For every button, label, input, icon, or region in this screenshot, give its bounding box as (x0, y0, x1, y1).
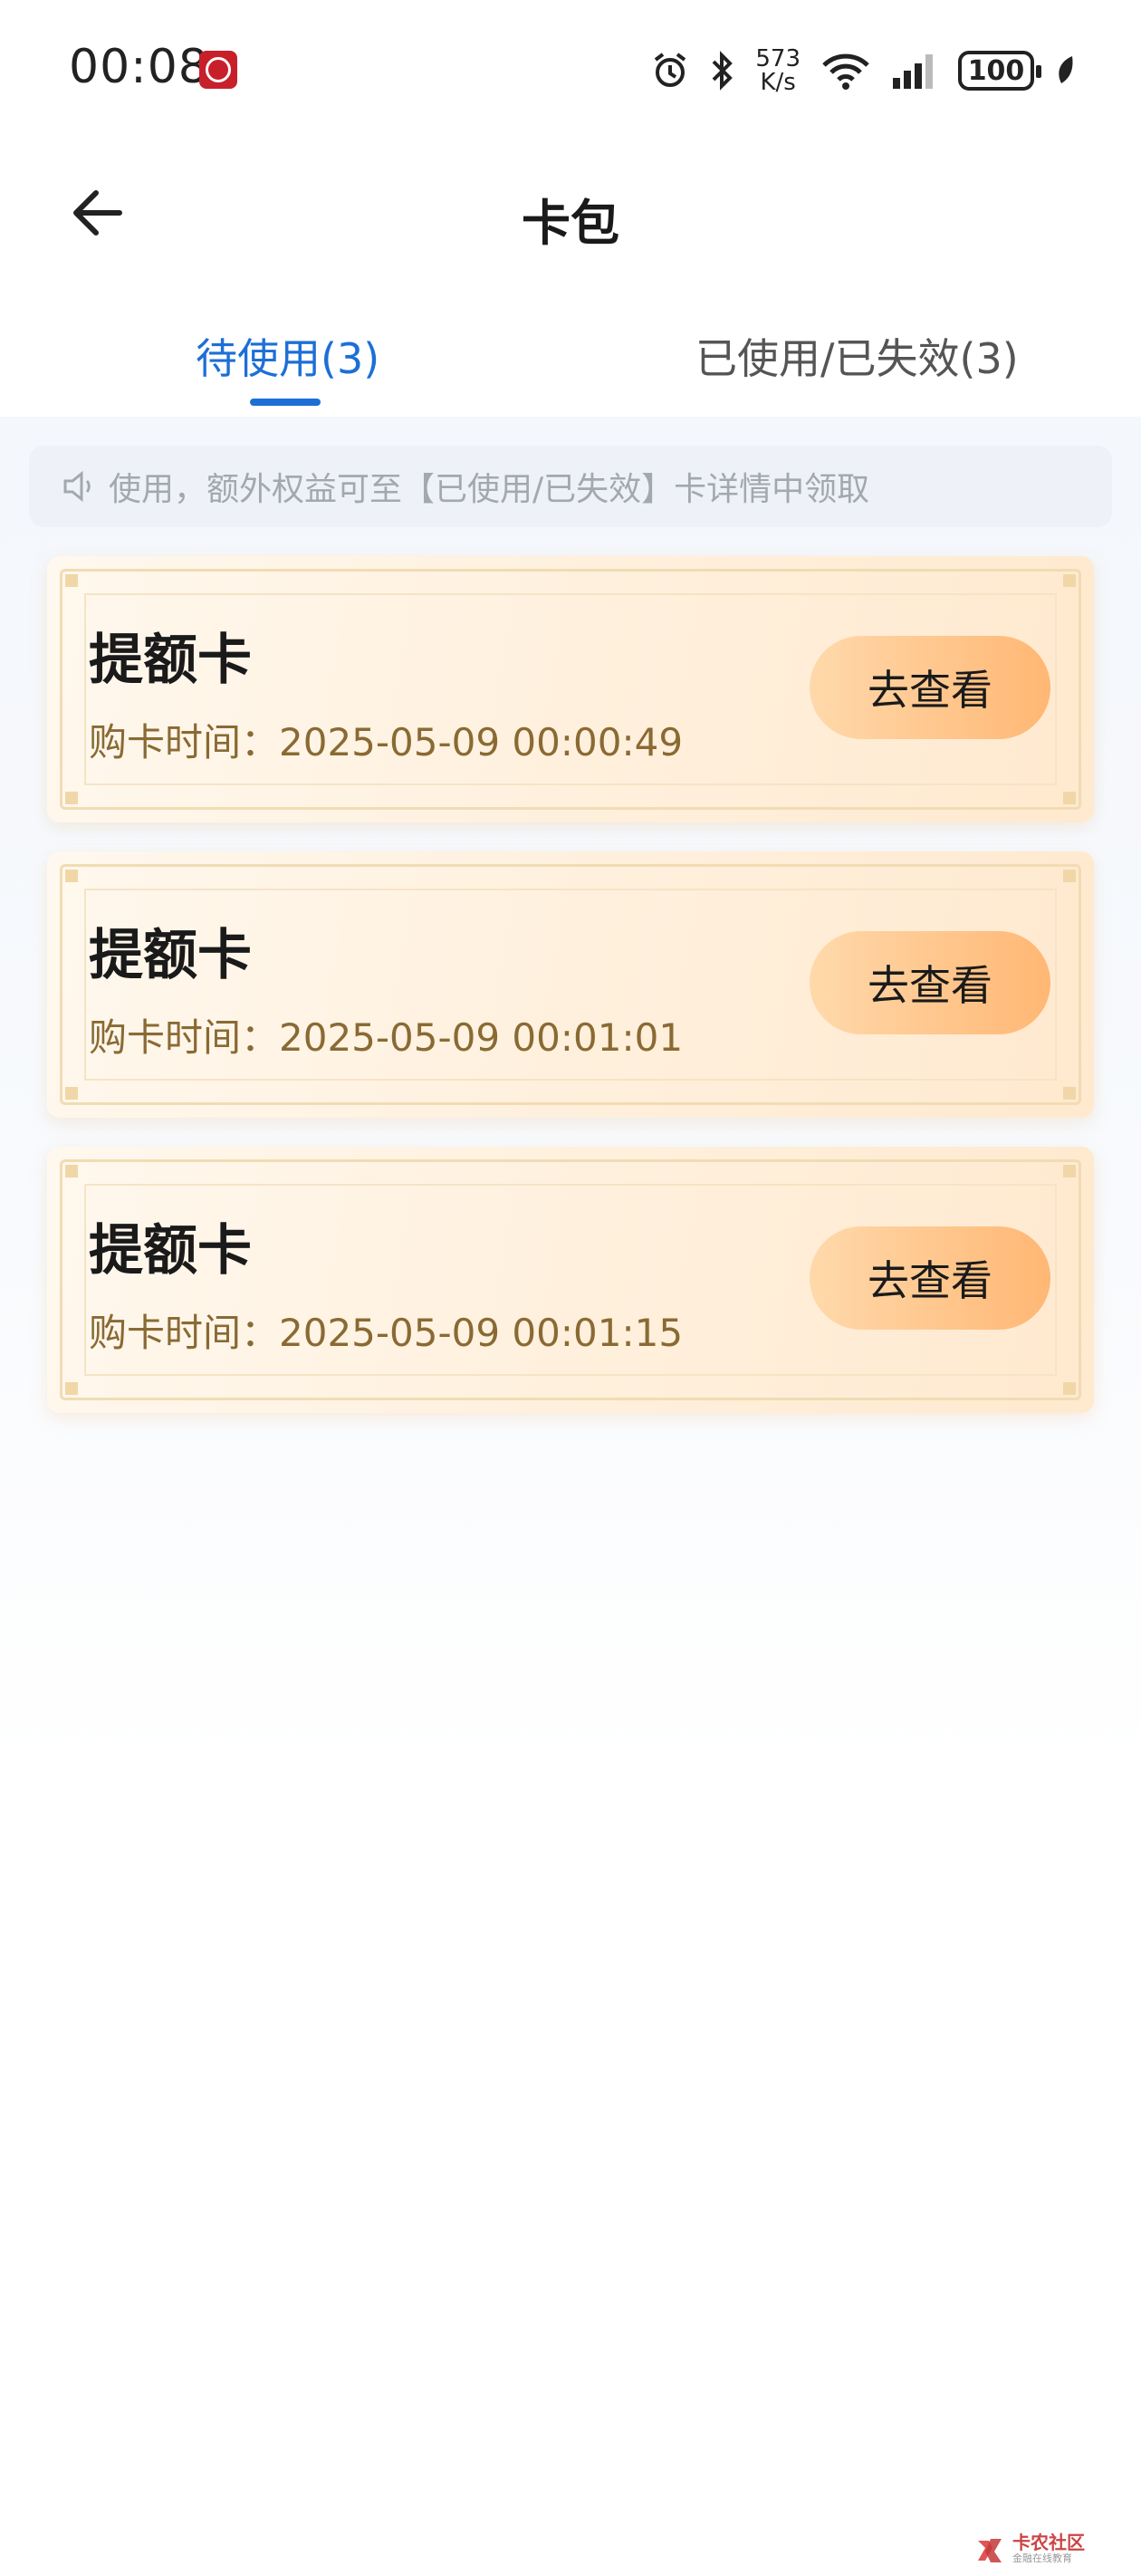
card-corner-ornament (65, 1165, 78, 1177)
status-bar: 00:08 573 K/s 100 (0, 0, 1141, 145)
watermark: 卡农社区 金融在线教育 (974, 2532, 1085, 2567)
card-corner-ornament (1063, 574, 1076, 587)
card-purchase-time: 购卡时间：2025-05-09 00:01:01 (89, 1015, 684, 1060)
tab-used-expired[interactable]: 已使用/已失效(3) (695, 326, 1019, 386)
page-header: 卡包 (0, 163, 1141, 263)
card-title: 提额卡 (89, 1219, 252, 1283)
network-speed-value: 573 (755, 45, 801, 72)
signal-icon (891, 51, 938, 91)
view-card-button[interactable]: 去查看 (810, 636, 1050, 739)
card-corner-ornament (65, 870, 78, 882)
network-speed-unit: K/s (760, 69, 796, 96)
watermark-subtitle: 金融在线教育 (1012, 2552, 1072, 2564)
network-speed: 573 K/s (755, 47, 801, 94)
card-item: 提额卡 购卡时间：2025-05-09 00:01:15 去查看 (47, 1147, 1094, 1413)
wifi-icon (820, 51, 871, 91)
card-corner-ornament (1063, 792, 1076, 804)
watermark-logo-icon (974, 2535, 1005, 2566)
card-list: 提额卡 购卡时间：2025-05-09 00:00:49 去查看 提额卡 购卡时… (47, 556, 1094, 1442)
card-corner-ornament (1063, 870, 1076, 882)
card-corner-ornament (65, 574, 78, 587)
notice-bar: 使用，额外权益可至【已使用/已失效】卡详情中领取 (29, 446, 1112, 527)
watermark-title: 卡农社区 (1012, 2532, 1085, 2553)
card-list-area: 使用，额外权益可至【已使用/已失效】卡详情中领取 提额卡 购卡时间：2025-0… (0, 417, 1141, 2576)
leaf-icon (1054, 53, 1078, 89)
alarm-icon (650, 51, 690, 91)
card-corner-ornament (1063, 1087, 1076, 1100)
card-corner-ornament (1063, 1382, 1076, 1395)
status-icons: 573 K/s 100 (650, 43, 1078, 98)
bluetooth-icon (710, 51, 735, 91)
notice-text: 使用，额外权益可至【已使用/已失效】卡详情中领取 (109, 471, 870, 508)
view-card-button[interactable]: 去查看 (810, 931, 1050, 1034)
card-corner-ornament (65, 1382, 78, 1395)
speaker-icon (62, 470, 98, 503)
status-time: 00:08 (69, 40, 209, 94)
view-card-button[interactable]: 去查看 (810, 1226, 1050, 1330)
card-corner-ornament (65, 792, 78, 804)
tab-pending[interactable]: 待使用(3) (196, 326, 379, 386)
card-title: 提额卡 (89, 629, 252, 692)
card-corner-ornament (65, 1087, 78, 1100)
card-item: 提额卡 购卡时间：2025-05-09 00:01:01 去查看 (47, 851, 1094, 1118)
active-tab-indicator (250, 399, 321, 406)
card-item: 提额卡 购卡时间：2025-05-09 00:00:49 去查看 (47, 556, 1094, 822)
battery-indicator: 100 (958, 51, 1041, 91)
app-notification-icon (199, 51, 237, 89)
tab-bar: 待使用(3) 已使用/已失效(3) (0, 308, 1141, 417)
card-corner-ornament (1063, 1165, 1076, 1177)
card-title: 提额卡 (89, 924, 252, 987)
card-purchase-time: 购卡时间：2025-05-09 00:00:49 (89, 720, 684, 764)
page-title: 卡包 (522, 195, 619, 252)
card-purchase-time: 购卡时间：2025-05-09 00:01:15 (89, 1311, 684, 1355)
